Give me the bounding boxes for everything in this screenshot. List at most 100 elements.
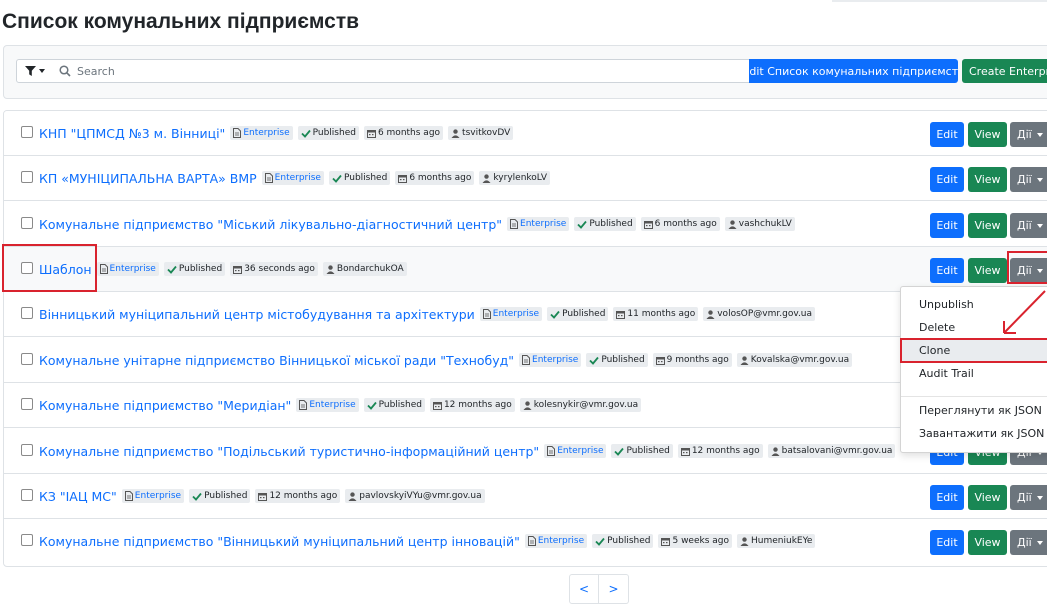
enterprise-name-link[interactable]: Комунальне підприємство "Вінницький муні… (39, 534, 520, 549)
user-label: pavlovskyiVYu@vmr.gov.ua (359, 491, 482, 501)
user-badge: kyrylenkoLV (479, 171, 550, 185)
create-enterprise-button[interactable]: Create Enterprise (962, 59, 1047, 83)
view-button[interactable]: View (968, 530, 1007, 555)
actions-label: Дії (1017, 536, 1032, 549)
row-checkbox[interactable] (21, 217, 33, 229)
row-checkbox[interactable] (21, 126, 33, 138)
actions-dropdown-button[interactable]: Дії (1010, 530, 1047, 555)
calendar-icon (616, 310, 626, 319)
document-icon (233, 128, 242, 138)
status-badge: Published (592, 534, 654, 548)
date-label: 12 months ago (691, 446, 760, 456)
edit-list-button[interactable]: Edit Список комунальних підприємств (749, 59, 958, 83)
status-label: Published (607, 536, 651, 546)
edit-button[interactable]: Edit (930, 213, 964, 238)
dropdown-item[interactable]: Завантажити як JSON (901, 422, 1047, 444)
actions-dropdown-button[interactable]: Дії (1010, 258, 1047, 283)
view-button[interactable]: View (968, 485, 1007, 510)
enterprise-name-link[interactable]: Комунальне підприємство "Міський лікувал… (39, 217, 502, 232)
document-icon (522, 355, 531, 365)
edit-button[interactable]: Edit (930, 122, 964, 147)
actions-label: Дії (1017, 491, 1032, 504)
chevron-down-icon (1036, 223, 1043, 228)
view-button[interactable]: View (968, 213, 1007, 238)
row-content: КЗ "ІАЦ МС" Enterprise Published 12 months … (39, 487, 485, 505)
row-checkbox[interactable] (21, 262, 33, 274)
enterprise-name-link[interactable]: КЗ "ІАЦ МС" (39, 489, 117, 504)
chevron-down-icon (1036, 540, 1043, 545)
status-badge: Published (611, 444, 673, 458)
user-icon (523, 400, 532, 410)
user-badge: batsalovani@vmr.gov.ua (767, 444, 896, 458)
check-icon (550, 310, 560, 319)
calendar-icon (643, 220, 653, 229)
row-checkbox[interactable] (21, 489, 33, 501)
enterprise-name-link[interactable]: Шаблон (39, 262, 92, 277)
status-label: Published (626, 446, 670, 456)
actions-label: Дії (1017, 173, 1032, 186)
dropdown-item[interactable]: Переглянути як JSON (901, 399, 1047, 421)
type-badge: Enterprise (230, 126, 293, 140)
actions-dropdown-button[interactable]: Дії (1010, 167, 1047, 192)
calendar-icon (655, 356, 665, 365)
check-icon (300, 129, 311, 138)
type-label: Enterprise (309, 400, 356, 410)
page-title: Список комунальних підприємств (2, 10, 360, 33)
enterprise-name-link[interactable]: КП «МУНІЦИПАЛЬНА ВАРТА» ВМР (39, 171, 257, 186)
prev-page-button[interactable]: < (569, 574, 599, 604)
list-item: Вінницький муніципальний центр містобуду… (4, 292, 1047, 337)
edit-button[interactable]: Edit (930, 530, 964, 555)
row-checkbox[interactable] (21, 307, 33, 319)
check-icon (192, 492, 202, 501)
actions-dropdown-button[interactable]: Дії (1010, 122, 1047, 147)
filter-dropdown-button[interactable] (16, 59, 54, 83)
enterprise-name-link[interactable]: Вінницький муніципальний центр містобуду… (39, 307, 475, 322)
row-content: Комунальне підприємство "Меридіан" Enterp… (39, 396, 642, 414)
dropdown-item[interactable]: Audit Trail (901, 362, 1047, 384)
row-checkbox[interactable] (21, 534, 33, 546)
actions-dropdown-button[interactable]: Дії (1010, 485, 1047, 510)
check-icon (614, 447, 625, 456)
user-label: tsvitkovDV (462, 128, 511, 138)
user-label: Kovalska@vmr.gov.ua (750, 355, 850, 365)
check-icon (366, 401, 377, 410)
view-button[interactable]: View (968, 167, 1007, 192)
enterprise-name-link[interactable]: Комунальне підприємство "Подільський тур… (39, 444, 539, 459)
check-icon (589, 356, 600, 365)
row-content: КП «МУНІЦИПАЛЬНА ВАРТА» ВМР Enterprise Pub… (39, 169, 550, 187)
user-badge: volosOP@vmr.gov.ua (703, 307, 816, 321)
type-label: Enterprise (109, 264, 156, 274)
enterprise-name-link[interactable]: КНП "ЦПМСД №3 м. Вінниці" (39, 126, 225, 141)
row-checkbox[interactable] (21, 353, 33, 365)
edit-button[interactable]: Edit (930, 167, 964, 192)
row-content: Комунальне підприємство "Подільський тур… (39, 442, 896, 460)
list-item: Комунальне підприємство "Вінницький муні… (4, 519, 1047, 564)
view-button[interactable]: View (968, 258, 1007, 283)
search-box (53, 59, 750, 83)
date-label: 12 months ago (443, 400, 512, 410)
edit-button[interactable]: Edit (930, 485, 964, 510)
document-icon (527, 536, 536, 546)
date-label: 36 seconds ago (244, 264, 315, 274)
view-button[interactable]: View (968, 122, 1007, 147)
actions-dropdown-button[interactable]: Дії (1010, 213, 1047, 238)
row-content: Комунальне унітарне підприємство Вінниць… (39, 351, 853, 369)
type-label: Enterprise (134, 491, 182, 501)
date-badge: 6 months ago (395, 171, 475, 185)
row-content: Вінницький муніципальний центр містобуду… (39, 305, 816, 323)
row-checkbox[interactable] (21, 171, 33, 183)
next-page-button[interactable]: > (599, 574, 629, 604)
list-item: КЗ "ІАЦ МС" Enterprise Published 12 months … (4, 474, 1047, 519)
status-label: Published (378, 400, 422, 410)
row-checkbox[interactable] (21, 444, 33, 456)
chevron-down-icon (1036, 495, 1043, 500)
user-label: vashchukLV (738, 219, 792, 229)
row-checkbox[interactable] (21, 398, 33, 410)
user-icon (728, 219, 737, 229)
search-input[interactable] (77, 64, 677, 78)
chevron-down-icon (1036, 268, 1043, 273)
enterprise-name-link[interactable]: Комунальне унітарне підприємство Вінниць… (39, 353, 514, 368)
edit-button[interactable]: Edit (930, 258, 964, 283)
enterprise-name-link[interactable]: Комунальне підприємство "Меридіан" (39, 398, 291, 413)
type-badge: Enterprise (261, 171, 324, 185)
